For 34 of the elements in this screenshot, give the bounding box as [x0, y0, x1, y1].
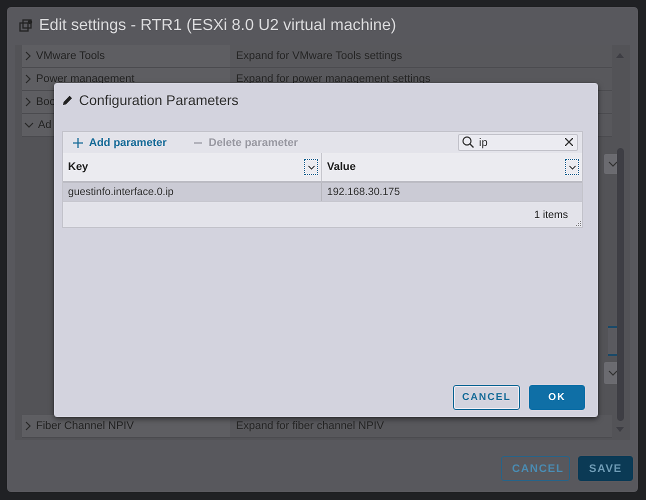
chevron-right-icon[interactable] [24, 421, 32, 431]
chevron-right-icon[interactable] [24, 97, 32, 107]
setting-label: Power management [36, 73, 134, 85]
cancel-button[interactable]: CANCEL [453, 385, 520, 410]
chevron-right-icon[interactable] [24, 74, 32, 84]
table-row[interactable]: guestinfo.interface.0.ip 192.168.30.175 [63, 183, 582, 201]
column-menu-button[interactable] [565, 159, 579, 175]
item-count: 1 items [534, 208, 568, 220]
ok-button[interactable]: OK [529, 385, 585, 410]
close-icon[interactable] [565, 138, 573, 146]
column-menu-button[interactable] [304, 159, 318, 175]
vm-icon [19, 19, 33, 33]
window-title: Edit settings - RTR1 (ESXi 8.0 U2 virtual machine) [39, 17, 396, 35]
search-field[interactable]: ip [458, 134, 578, 151]
search-icon [462, 136, 474, 148]
column-header: Key [68, 161, 88, 173]
plus-icon [73, 138, 83, 148]
chevron-down-icon [608, 369, 618, 377]
chevron-down-icon [308, 164, 314, 170]
chevron-down-icon [568, 164, 576, 170]
key-cell: guestinfo.interface.0.ip [68, 186, 174, 198]
setting-label: VMware Tools [36, 50, 105, 62]
value-cell: 192.168.30.175 [327, 186, 400, 198]
scrollbar-thumb[interactable] [616, 148, 624, 421]
chevron-down-icon[interactable] [24, 121, 34, 129]
chevron-right-icon[interactable] [24, 51, 32, 61]
setting-label: Fiber Channel NPIV [36, 420, 134, 432]
save-button[interactable]: SAVE [578, 456, 633, 481]
chevron-down-icon [608, 160, 618, 168]
pencil-icon [62, 94, 73, 106]
dialog-title: Configuration Parameters [79, 92, 239, 108]
add-parameter-button[interactable]: Add parameter [73, 136, 167, 148]
setting-label: Ad [38, 119, 52, 131]
column-header: Value [327, 161, 356, 173]
